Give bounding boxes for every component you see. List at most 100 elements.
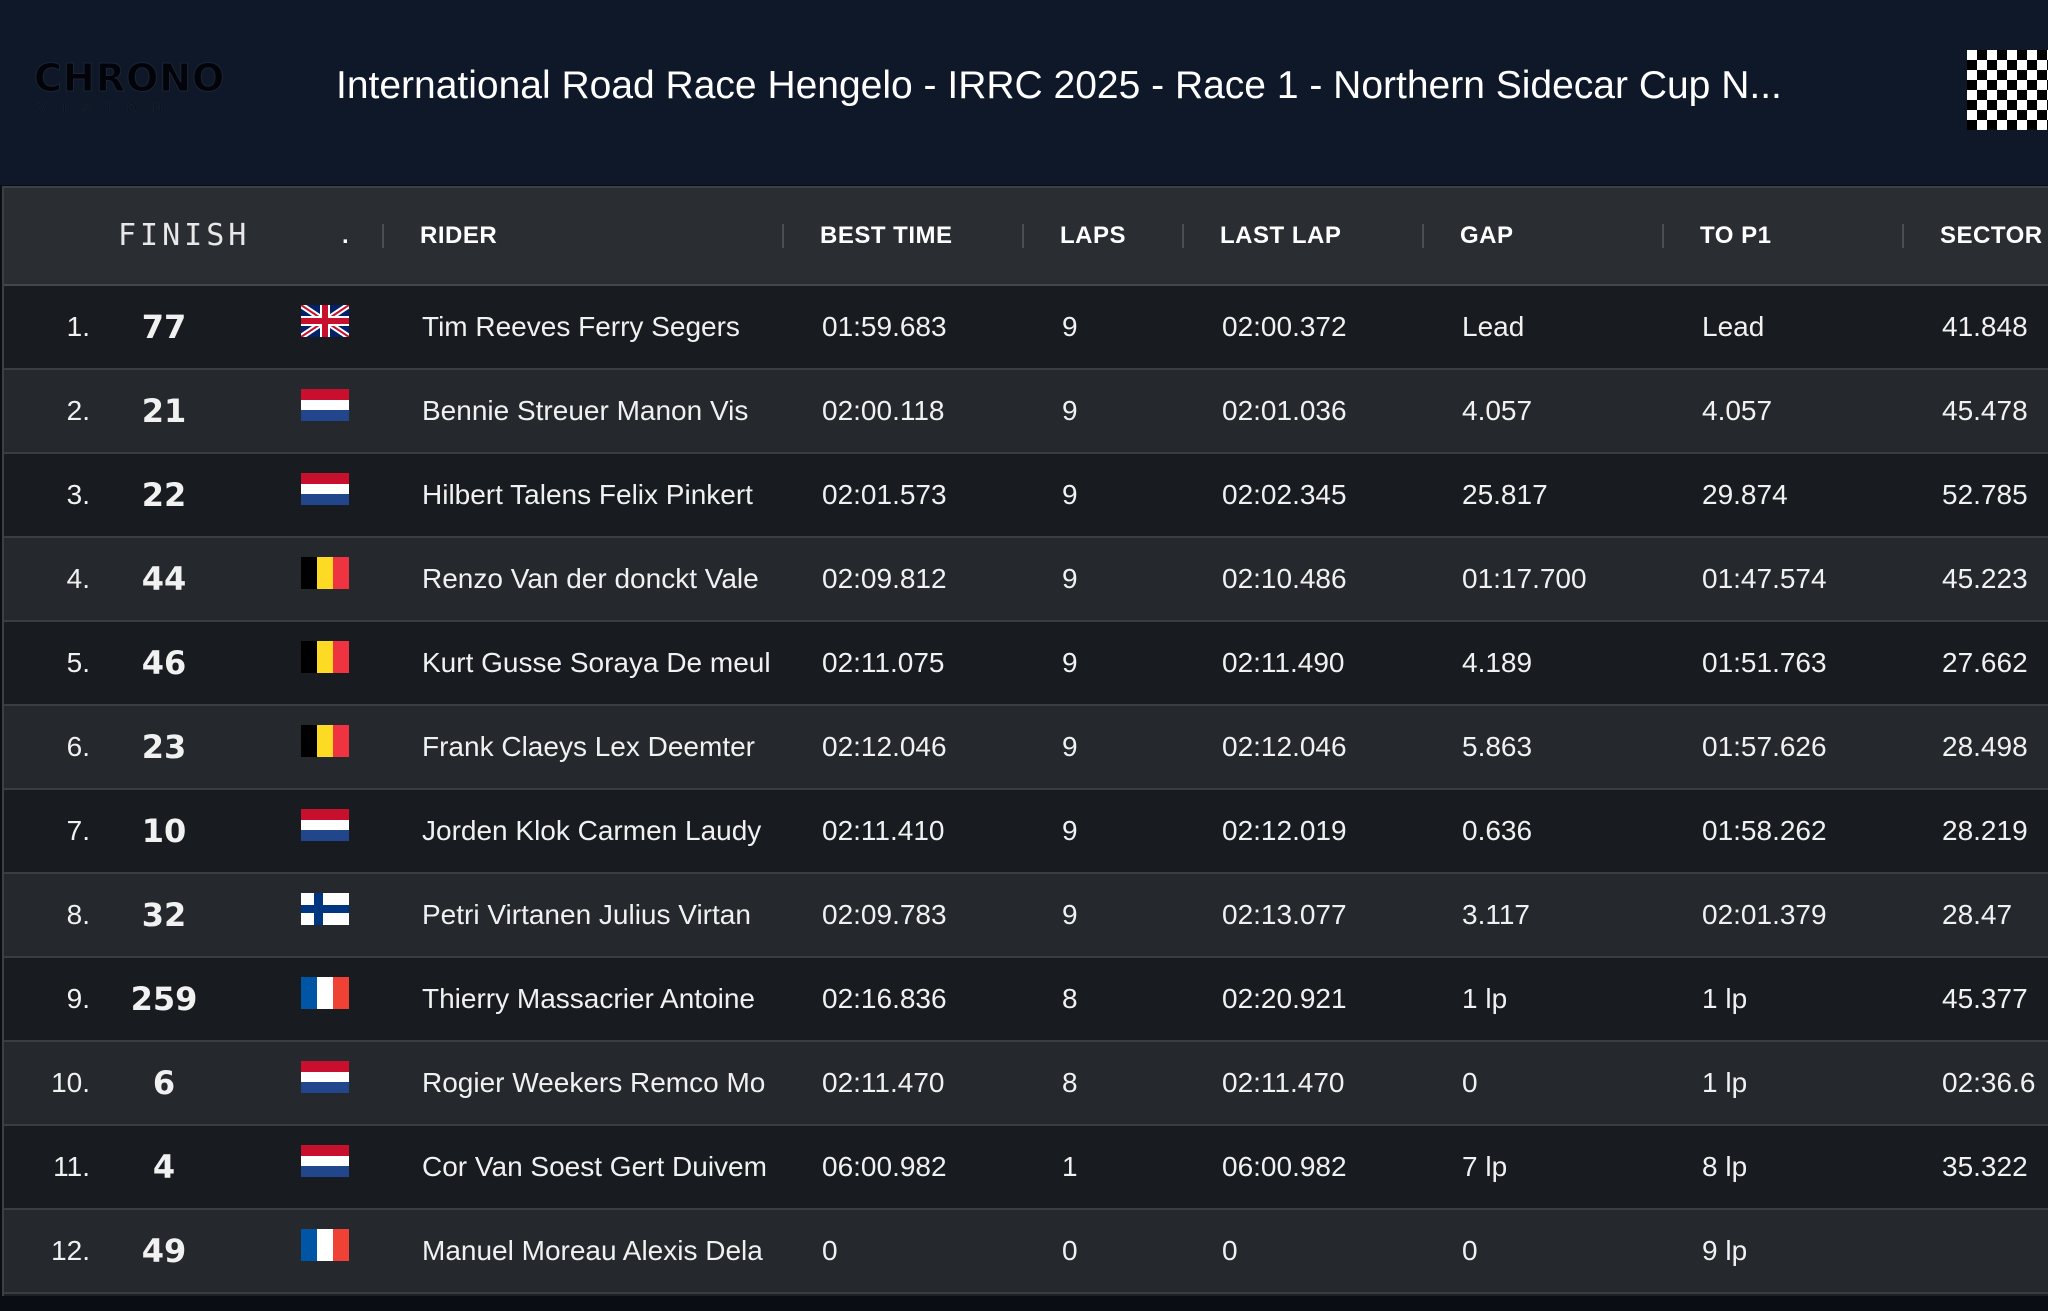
table-row[interactable]: 1. 77 Tim Reeves Ferry Segers 01:59.683 9 02:… [4,286,2048,370]
rider-cell: Rogier Weekers Remco Mo [422,1067,766,1098]
column-header-laps[interactable]: LAPS [1060,188,1126,284]
best-time-cell: 02:12.046 [822,731,947,762]
start-number-cell: 4 [152,1148,176,1186]
best-time-cell: 0 [822,1235,838,1266]
header-bar: CHRONO VISION International Road Race He… [0,0,2048,185]
column-header-finish[interactable]: FINISH [118,188,250,284]
start-number-cell: 49 [141,1232,187,1270]
table-row[interactable]: 6. 23 Frank Claeys Lex Deemter 02:12.046 9 02… [4,706,2048,790]
sector-cell: 41.848 [1942,311,2028,342]
table-row[interactable]: 3. 22 Hilbert Talens Felix Pinkert 02:01.57… [4,454,2048,538]
laps-cell: 1 [1062,1151,1078,1182]
last-lap-cell: 02:11.490 [1222,647,1345,678]
table-row[interactable]: 8. 32 Petri Virtanen Julius Virtan 02:09.78… [4,874,2048,958]
last-lap-cell: 02:12.019 [1222,815,1347,846]
gap-cell: 3.117 [1462,899,1530,930]
flag-nl-icon [301,1145,349,1177]
sector-cell: 45.377 [1942,983,2028,1014]
gap-cell: 4.057 [1462,395,1533,426]
best-time-cell: 02:09.812 [822,563,947,594]
position-cell: 12. [51,1235,90,1266]
to-p1-cell: Lead [1702,311,1765,342]
best-time-cell: 02:11.410 [822,815,945,846]
laps-cell: 8 [1062,983,1078,1014]
gap-cell: 5.863 [1462,731,1533,762]
laps-cell: 8 [1062,1067,1078,1098]
table-row[interactable]: 7. 10 Jorden Klok Carmen Laudy 02:11.410 9 02… [4,790,2048,874]
start-number-cell: 22 [141,476,187,514]
flag-nl-icon [301,809,349,841]
logo-sub-text: VISION [38,100,179,116]
table-row[interactable]: 2. 21 Bennie Streuer Manon Vis 02:00.118 9 02… [4,370,2048,454]
rider-cell: Cor Van Soest Gert Duivem [422,1151,767,1182]
sector-cell: 28.219 [1942,815,2028,846]
rider-cell: Renzo Van der donckt Vale [422,563,759,594]
position-cell: 10. [51,1067,90,1098]
position-cell: 2. [66,395,90,426]
table-row[interactable]: 12. 49 Manuel Moreau Alexis Dela 0 0 0 0 9 lp [4,1210,2048,1294]
last-lap-cell: 02:01.036 [1222,395,1347,426]
gap-cell: 0 [1462,1067,1478,1098]
chrono-vision-logo[interactable]: CHRONO VISION [33,58,234,120]
column-header-to-p1[interactable]: TO P1 [1700,188,1771,284]
to-p1-cell: 4.057 [1702,395,1773,426]
position-cell: 8. [66,899,90,930]
start-number-cell: 32 [141,896,187,934]
best-time-cell: 02:11.470 [822,1067,945,1098]
to-p1-cell: 01:47.574 [1702,563,1827,594]
laps-cell: 9 [1062,479,1078,510]
laps-cell: 9 [1062,311,1078,342]
last-lap-cell: 02:12.046 [1222,731,1347,762]
to-p1-cell: 1 lp [1702,1067,1748,1098]
flag-fr-icon [301,1229,349,1261]
table-row[interactable]: 4. 44 Renzo Van der donckt Vale 02:09.812 9 0… [4,538,2048,622]
flag-nl-icon [301,389,349,421]
column-separator [1422,224,1424,248]
laps-cell: 9 [1062,563,1078,594]
flag-fr-icon [301,977,349,1009]
position-cell: 4. [66,563,90,594]
laps-cell: 9 [1062,815,1078,846]
best-time-cell: 02:09.783 [822,899,947,930]
sector-cell: 28.498 [1942,731,2028,762]
laps-cell: 0 [1062,1235,1078,1266]
flag-be-icon [301,725,349,757]
to-p1-cell: 29.874 [1702,479,1788,510]
laps-cell: 9 [1062,395,1078,426]
column-header-gap[interactable]: GAP [1460,188,1514,284]
rider-cell: Manuel Moreau Alexis Dela [422,1235,763,1266]
position-cell: 1. [66,311,90,342]
flag-be-icon [301,557,349,589]
rider-cell: Petri Virtanen Julius Virtan [422,899,751,930]
position-cell: 11. [53,1151,90,1182]
column-header-flag[interactable]: . [342,188,349,284]
column-header-last-lap[interactable]: LAST LAP [1220,188,1341,284]
flag-be-icon [301,641,349,673]
rider-cell: Hilbert Talens Felix Pinkert [422,479,753,510]
gap-cell: 25.817 [1462,479,1548,510]
start-number-cell: 259 [130,980,198,1018]
sector-cell: 45.478 [1942,395,2028,426]
best-time-cell: 02:01.573 [822,479,947,510]
start-number-cell: 44 [141,560,187,598]
table-header: FINISH . RIDER BEST TIME LAPS LAST LAP G… [4,188,2048,286]
best-time-cell: 01:59.683 [822,311,947,342]
table-row[interactable]: 9. 259 Thierry Massacrier Antoine 02:16.836… [4,958,2048,1042]
gap-cell: 0.636 [1462,815,1533,846]
flag-nl-icon [301,473,349,505]
table-row[interactable]: 10. 6 Rogier Weekers Remco Mo 02:11.470 8 02:… [4,1042,2048,1126]
results-table: FINISH . RIDER BEST TIME LAPS LAST LAP G… [2,186,2048,1296]
gap-cell: 01:17.700 [1462,563,1587,594]
sector-cell: 52.785 [1942,479,2028,510]
sector-cell: 27.662 [1942,647,2028,678]
to-p1-cell: 01:57.626 [1702,731,1827,762]
column-header-best-time[interactable]: BEST TIME [820,188,953,284]
laps-cell: 9 [1062,647,1078,678]
table-row[interactable]: 5. 46 Kurt Gusse Soraya De meul 02:11.075 9 0… [4,622,2048,706]
table-row[interactable]: 11. 4 Cor Van Soest Gert Duivem 06:00.982 1 0… [4,1126,2048,1210]
column-header-sector[interactable]: SECTOR [1940,188,2043,284]
column-header-rider[interactable]: RIDER [420,188,497,284]
sector-cell: 35.322 [1942,1151,2028,1182]
rider-cell: Kurt Gusse Soraya De meul [422,647,771,678]
table-body: 1. 77 Tim Reeves Ferry Segers 01:59.683 9 02:… [4,286,2048,1294]
